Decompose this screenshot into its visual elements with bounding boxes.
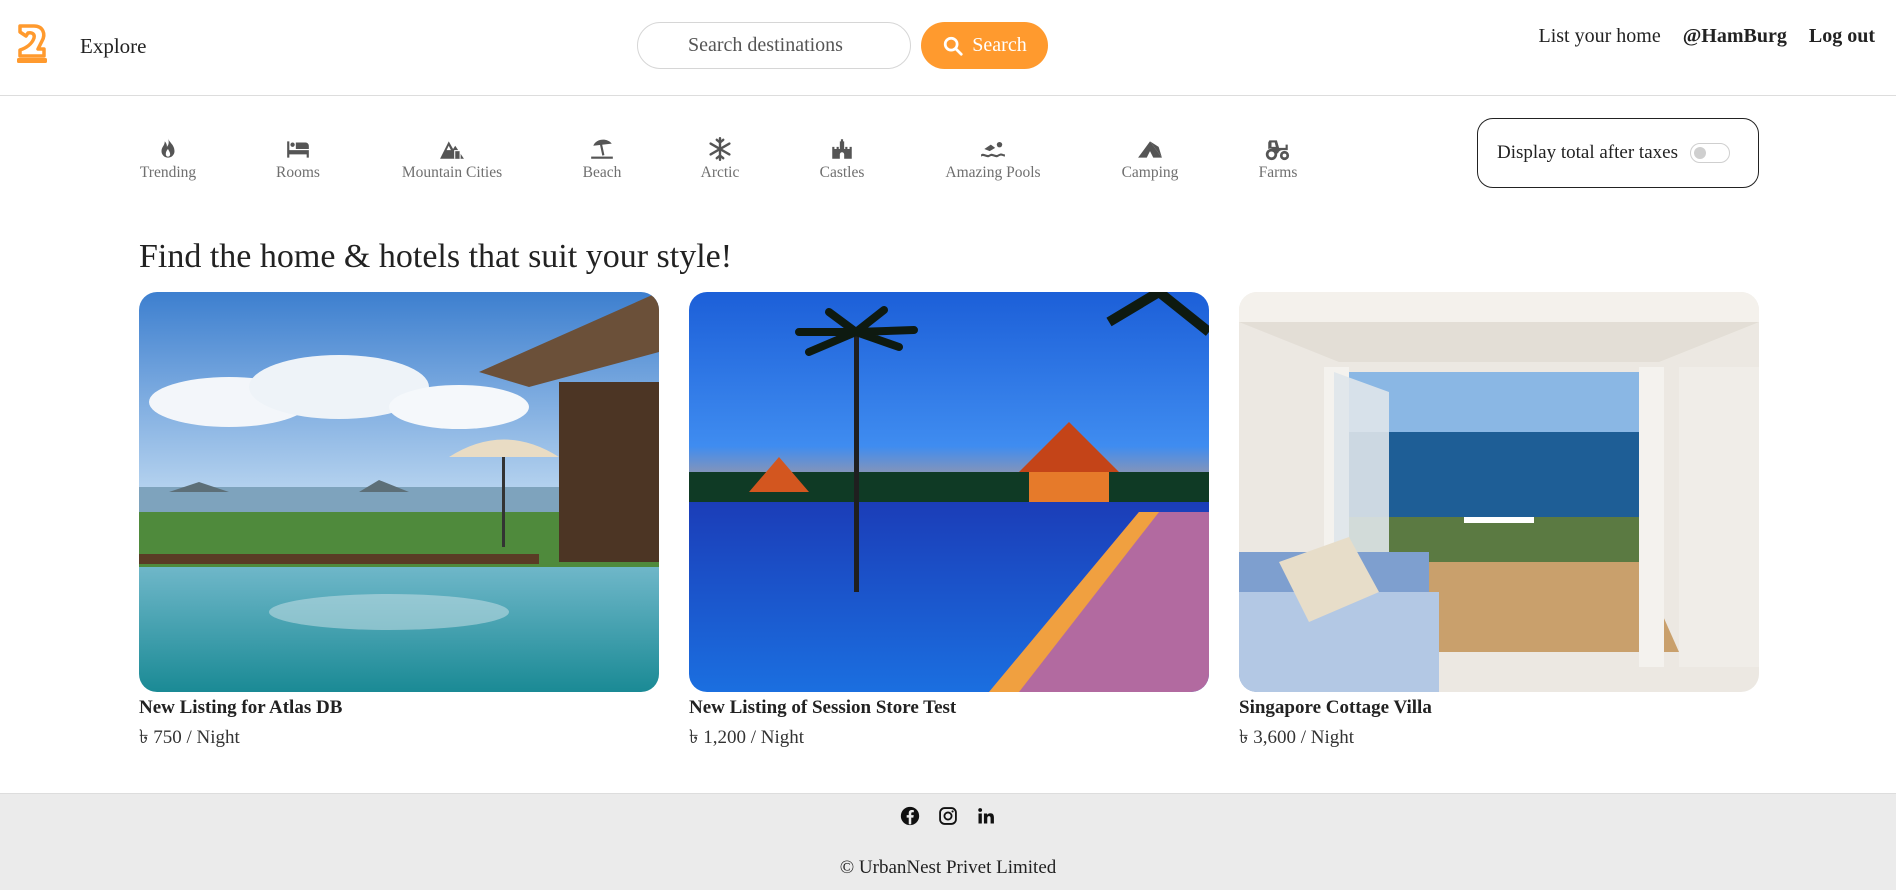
search-icon — [944, 36, 963, 56]
filter-label: Beach — [582, 164, 622, 181]
tax-toggle-label: Display total after taxes — [1497, 142, 1678, 163]
filter-label: Arctic — [700, 164, 740, 181]
page-title: Find the home & hotels that suit your st… — [139, 238, 733, 275]
list-your-home-link[interactable]: List your home — [1538, 25, 1660, 48]
toggle-knob — [1693, 147, 1706, 159]
filter-label: Trending — [139, 164, 197, 181]
footer: © UrbanNest Privet Limited — [0, 793, 1896, 890]
navbar: Explore Search List your home @HamBurg L… — [0, 0, 1896, 96]
listing-card[interactable]: New Listing for Atlas DB ৳ 750 / Night — [139, 292, 659, 755]
mountain-city-icon — [440, 141, 464, 159]
bed-icon — [287, 141, 309, 158]
listing-price: ৳ 3,600 / Night — [1239, 727, 1355, 748]
explore-link[interactable]: Explore — [80, 34, 146, 59]
tax-toggle-switch[interactable] — [1689, 143, 1730, 163]
tractor-icon — [1265, 140, 1290, 161]
username-link[interactable]: @HamBurg — [1683, 25, 1787, 48]
search-button-label: Search — [972, 34, 1027, 56]
listing-title[interactable]: Singapore Cottage Villa — [1239, 697, 1759, 719]
listing-image[interactable] — [139, 292, 659, 692]
filter-castles[interactable]: Castles — [772, 136, 912, 182]
umbrella-beach-icon — [591, 139, 613, 159]
social-links — [0, 806, 1896, 826]
listing-card[interactable]: Singapore Cottage Villa ৳ 3,600 / Night — [1239, 292, 1759, 755]
filter-rooms[interactable]: Rooms — [228, 136, 368, 182]
filter-arctic[interactable]: Arctic — [650, 136, 790, 182]
urbannest-logo-icon[interactable] — [12, 22, 52, 66]
copyright: © UrbanNest Privet Limited — [839, 857, 1057, 878]
tax-toggle-box: Display total after taxes — [1477, 118, 1759, 188]
linkedin-icon[interactable] — [976, 806, 996, 826]
filter-trending[interactable]: Trending — [98, 136, 238, 182]
filter-mountain-cities[interactable]: Mountain Cities — [382, 136, 522, 182]
listing-title[interactable]: New Listing of Session Store Test — [689, 697, 1209, 719]
facebook-icon[interactable] — [900, 806, 920, 826]
search-input[interactable] — [637, 22, 911, 69]
filter-label: Mountain Cities — [401, 164, 503, 181]
listing-price: ৳ 750 / Night — [139, 727, 240, 748]
filter-label: Rooms — [276, 164, 320, 181]
listing-card[interactable]: New Listing of Session Store Test ৳ 1,20… — [689, 292, 1209, 755]
filter-label: Camping — [1121, 164, 1179, 181]
listing-image[interactable] — [1239, 292, 1759, 692]
filter-amazing-pools[interactable]: Amazing Pools — [923, 136, 1063, 182]
logout-link[interactable]: Log out — [1809, 25, 1875, 48]
search-button[interactable]: Search — [921, 22, 1048, 69]
filter-camping[interactable]: Camping — [1080, 136, 1220, 182]
listing-title[interactable]: New Listing for Atlas DB — [139, 697, 659, 719]
fire-icon — [161, 138, 175, 158]
listing-image[interactable] — [689, 292, 1209, 692]
castle-icon — [832, 139, 852, 159]
filter-farms[interactable]: Farms — [1208, 136, 1348, 182]
snowflake-icon — [709, 136, 731, 162]
swimmer-icon — [981, 141, 1005, 158]
campground-icon — [1138, 141, 1162, 158]
nav-right: List your home @HamBurg Log out — [1538, 25, 1875, 48]
filter-label: Farms — [1258, 164, 1298, 181]
listing-price: ৳ 1,200 / Night — [689, 727, 805, 748]
filter-label: Castles — [819, 164, 865, 181]
filter-label: Amazing Pools — [945, 164, 1041, 181]
instagram-icon[interactable] — [938, 806, 958, 826]
